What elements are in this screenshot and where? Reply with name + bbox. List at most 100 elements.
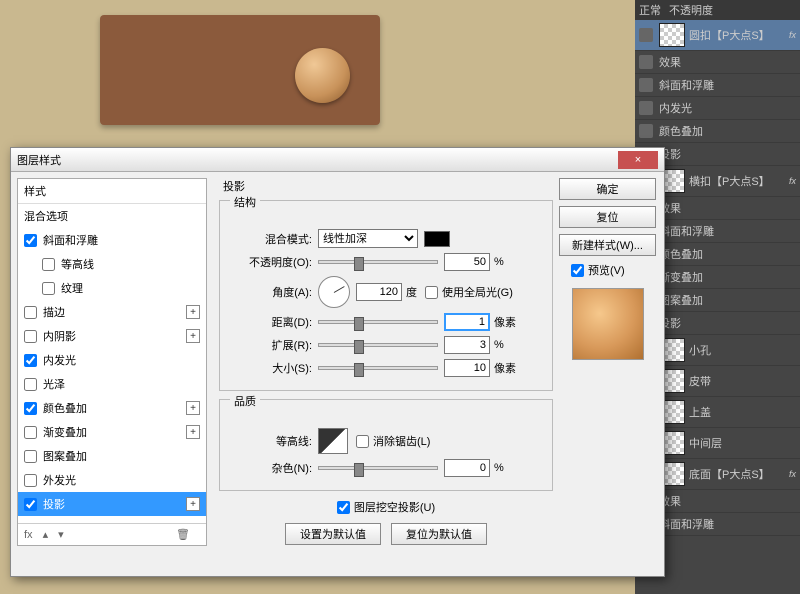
close-icon: × (635, 154, 641, 166)
layer-name: 小孔 (689, 342, 711, 358)
style-checkbox[interactable] (24, 474, 37, 487)
layer-style-dialog: 图层样式 × 样式 混合选项 斜面和浮雕等高线纹理描边+内阴影+内发光光泽颜色叠… (10, 147, 665, 577)
visibility-icon[interactable] (639, 78, 653, 92)
style-checkbox[interactable] (24, 330, 37, 343)
visibility-icon[interactable] (639, 124, 653, 138)
style-item[interactable]: 内发光 (18, 348, 206, 372)
preview-checkbox[interactable] (571, 264, 584, 277)
visibility-icon[interactable] (639, 28, 653, 42)
cancel-button[interactable]: 复位 (559, 206, 656, 228)
style-label: 投影 (43, 496, 65, 512)
layer-row[interactable]: 圆扣【P大点S】 fx (635, 20, 800, 51)
layer-name: 颜色叠加 (659, 246, 703, 262)
blend-mode-select[interactable]: 线性加深 (318, 229, 418, 248)
structure-title: 结构 (230, 194, 260, 210)
antialias-checkbox[interactable] (356, 435, 369, 448)
blend-mode-selector[interactable]: 正常 (639, 2, 661, 18)
antialias-label: 消除锯齿(L) (373, 433, 430, 449)
style-item[interactable]: 内阴影+ (18, 324, 206, 348)
spread-unit: % (494, 339, 504, 351)
add-effect-icon[interactable]: + (186, 305, 200, 319)
style-label: 描边 (43, 304, 65, 320)
arrow-down-icon[interactable]: ▾ (58, 528, 64, 541)
layer-effect-item[interactable]: 内发光 (635, 97, 800, 120)
make-default-button[interactable]: 设置为默认值 (285, 523, 381, 545)
layer-effect-item[interactable]: 颜色叠加 (635, 120, 800, 143)
style-item[interactable]: 纹理 (18, 276, 206, 300)
visibility-icon[interactable] (639, 101, 653, 115)
spread-input[interactable] (444, 336, 490, 354)
opacity-label: 不透明度 (669, 2, 713, 18)
noise-unit: % (494, 462, 504, 474)
dialog-titlebar[interactable]: 图层样式 × (11, 148, 664, 172)
ok-button[interactable]: 确定 (559, 178, 656, 200)
add-effect-icon[interactable]: + (186, 497, 200, 511)
style-item[interactable]: 颜色叠加 + (18, 396, 206, 420)
style-item[interactable]: 描边 + (18, 300, 206, 324)
fx-badge[interactable]: fx (789, 469, 796, 479)
style-label: 纹理 (61, 280, 83, 296)
add-effect-icon[interactable]: + (186, 425, 200, 439)
layer-name: 内发光 (659, 100, 692, 116)
blend-options-item[interactable]: 混合选项 (18, 204, 206, 228)
trash-icon[interactable]: 🗑 (176, 528, 190, 541)
opacity-slider[interactable] (318, 260, 438, 264)
style-checkbox[interactable] (24, 402, 37, 415)
style-checkbox[interactable] (24, 426, 37, 439)
style-label: 等高线 (61, 256, 94, 272)
style-item[interactable]: 外发光 (18, 468, 206, 492)
global-light-checkbox[interactable] (425, 286, 438, 299)
distance-input[interactable] (444, 313, 490, 331)
visibility-icon[interactable] (639, 55, 653, 69)
noise-label: 杂色(N): (230, 460, 312, 476)
layer-name: 圆扣【P大点S】 (689, 27, 770, 43)
quality-title: 品质 (230, 393, 260, 409)
fx-badge[interactable]: fx (789, 176, 796, 186)
fx-badge[interactable]: fx (789, 30, 796, 40)
style-checkbox[interactable] (24, 378, 37, 391)
style-checkbox[interactable] (42, 282, 55, 295)
distance-slider[interactable] (318, 320, 438, 324)
angle-dial[interactable] (318, 276, 350, 308)
size-input[interactable] (444, 359, 490, 377)
style-item[interactable]: 光泽 (18, 372, 206, 396)
layer-effect-item[interactable]: 斜面和浮雕 (635, 74, 800, 97)
opacity-input[interactable] (444, 253, 490, 271)
noise-input[interactable] (444, 459, 490, 477)
size-label: 大小(S): (230, 360, 312, 376)
layer-thumbnail[interactable] (659, 23, 685, 47)
close-button[interactable]: × (618, 151, 658, 169)
style-checkbox[interactable] (24, 354, 37, 367)
fx-icon[interactable]: fx (24, 529, 33, 541)
contour-picker[interactable] (318, 428, 348, 454)
layer-effect-item[interactable]: 效果 (635, 51, 800, 74)
style-label: 颜色叠加 (43, 400, 87, 416)
style-checkbox[interactable] (24, 498, 37, 511)
style-item[interactable]: 斜面和浮雕 (18, 228, 206, 252)
arrow-up-icon[interactable]: ▴ (43, 528, 49, 541)
noise-slider[interactable] (318, 466, 438, 470)
angle-input[interactable] (356, 283, 402, 301)
section-title: 投影 (223, 178, 553, 194)
style-item[interactable]: 等高线 (18, 252, 206, 276)
style-checkbox[interactable] (24, 450, 37, 463)
style-checkbox[interactable] (24, 234, 37, 247)
knockout-checkbox[interactable] (337, 501, 350, 514)
size-unit: 像素 (494, 360, 516, 376)
add-effect-icon[interactable]: + (186, 329, 200, 343)
add-effect-icon[interactable]: + (186, 401, 200, 415)
style-label: 斜面和浮雕 (43, 232, 98, 248)
new-style-button[interactable]: 新建样式(W)... (559, 234, 656, 256)
angle-unit: 度 (406, 284, 417, 300)
style-item[interactable]: 渐变叠加+ (18, 420, 206, 444)
color-swatch[interactable] (424, 231, 450, 247)
style-checkbox[interactable] (42, 258, 55, 271)
reset-default-button[interactable]: 复位为默认值 (391, 523, 487, 545)
style-item[interactable]: 图案叠加 (18, 444, 206, 468)
layer-name: 斜面和浮雕 (659, 516, 714, 532)
style-item[interactable]: 投影 + (18, 492, 206, 516)
style-checkbox[interactable] (24, 306, 37, 319)
layer-name: 底面【P大点S】 (689, 466, 770, 482)
size-slider[interactable] (318, 366, 438, 370)
spread-slider[interactable] (318, 343, 438, 347)
